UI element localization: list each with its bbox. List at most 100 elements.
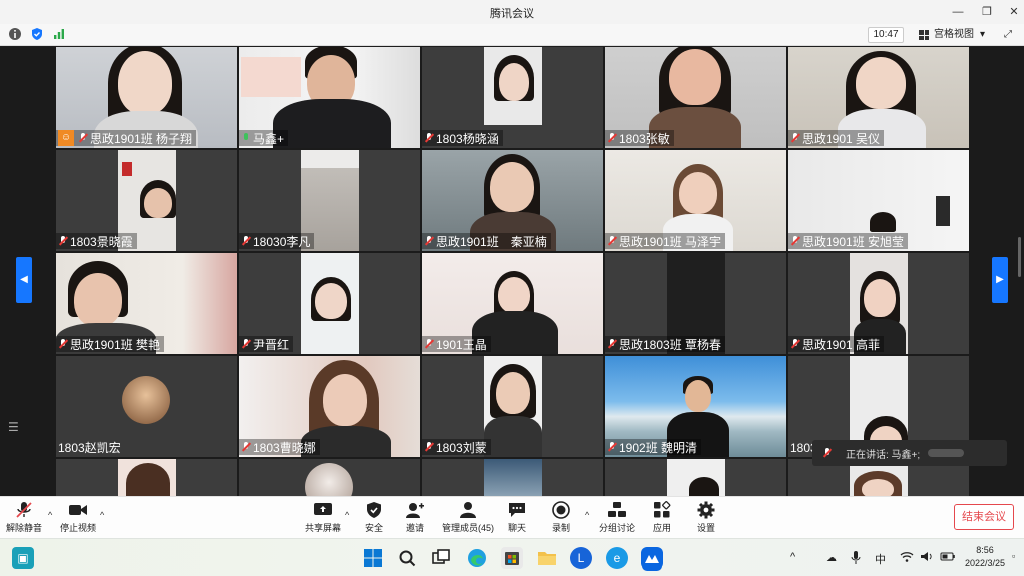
video-grid: ☺ 思政1901班 杨子翔 马鑫+ 1803杨晓涵 1803张敏 思政1901 … bbox=[56, 47, 969, 496]
video-tile[interactable] bbox=[422, 459, 603, 496]
video-tile[interactable]: 1803赵凯宏 bbox=[56, 356, 237, 457]
browser-e-icon[interactable]: e bbox=[606, 547, 628, 569]
prev-page-arrow-icon[interactable]: ◀ bbox=[16, 257, 32, 303]
mic-muted-icon bbox=[822, 447, 832, 459]
apps-button[interactable]: 应用 bbox=[652, 501, 672, 537]
notification-icon[interactable]: ▫ bbox=[1012, 551, 1015, 561]
record-options-caret-icon[interactable]: ^ bbox=[585, 510, 589, 520]
video-tile[interactable]: 1803景晓霞 bbox=[56, 150, 237, 251]
video-tile[interactable] bbox=[605, 459, 786, 496]
video-tile[interactable] bbox=[56, 459, 237, 496]
participant-name-tag: 1803杨晓涵 bbox=[422, 130, 503, 146]
store-icon[interactable] bbox=[501, 547, 523, 569]
video-tile[interactable]: 1803张敏 bbox=[605, 47, 786, 148]
volume-icon[interactable] bbox=[920, 551, 934, 565]
meeting-timer: 10:47 bbox=[868, 27, 904, 43]
wifi-icon[interactable] bbox=[900, 551, 914, 565]
video-tile[interactable]: 18030李凡 bbox=[239, 150, 420, 251]
mic-muted-icon bbox=[78, 132, 88, 144]
mic-muted-icon bbox=[424, 338, 434, 350]
view-mode-button[interactable]: 宫格视图 ▾ bbox=[916, 27, 992, 43]
signal-icon[interactable] bbox=[52, 27, 66, 41]
member-list-icon[interactable]: ☰ bbox=[8, 420, 19, 434]
manage-members-button[interactable]: 管理成员(45) bbox=[442, 501, 494, 537]
system-clock[interactable]: 8:56 2022/3/25 bbox=[960, 544, 1010, 570]
video-tile[interactable]: 1803杨晓涵 bbox=[422, 47, 603, 148]
video-tile[interactable]: 1803曹晓娜 bbox=[239, 356, 420, 457]
video-tile[interactable]: ☺ 思政1901班 杨子翔 bbox=[56, 47, 237, 148]
video-tile[interactable] bbox=[239, 459, 420, 496]
mic-muted-icon bbox=[790, 235, 800, 247]
restore-button[interactable]: ❐ bbox=[973, 3, 1001, 21]
end-meeting-button[interactable]: 结束会议 bbox=[954, 504, 1014, 530]
invite-button[interactable]: 邀请 bbox=[405, 501, 425, 537]
stage-scrollbar[interactable] bbox=[1018, 237, 1021, 277]
battery-icon[interactable] bbox=[940, 551, 956, 565]
video-tile[interactable]: 思政1901 吴仪 bbox=[788, 47, 969, 148]
os-taskbar: ▣ L e ^ ☁ 中 8:56 2022/3/25 ▫ bbox=[0, 538, 1024, 576]
edge-browser-icon[interactable] bbox=[466, 547, 488, 569]
unmute-button[interactable]: 解除静音 bbox=[6, 501, 42, 537]
participant-name-tag: 1803赵凯宏 bbox=[58, 440, 121, 455]
video-tile[interactable]: 思政1901 高菲 bbox=[788, 253, 969, 354]
stop-video-button[interactable]: 停止视频 bbox=[60, 501, 96, 537]
video-tile[interactable]: 尹晋红 bbox=[239, 253, 420, 354]
mic-muted-icon bbox=[790, 132, 800, 144]
share-options-caret-icon[interactable]: ^ bbox=[345, 510, 349, 520]
share-screen-button[interactable]: 共享屏幕 bbox=[305, 501, 341, 537]
video-tile[interactable]: 思政1803班 覃杨春 bbox=[605, 253, 786, 354]
meeting-toolbar: 10:47 宫格视图 ▾ ⤢ bbox=[0, 24, 1024, 46]
participant-name-tag: 尹晋红 bbox=[239, 336, 294, 352]
video-tile[interactable]: 思政1901班 秦亚楠 bbox=[422, 150, 603, 251]
speaking-indicator: 正在讲话: 马鑫+; bbox=[812, 440, 1007, 466]
chat-icon bbox=[507, 501, 527, 519]
minimize-button[interactable]: — bbox=[944, 3, 972, 21]
add-user-icon bbox=[405, 501, 425, 519]
participant-name-tag: 马鑫+ bbox=[239, 130, 289, 146]
video-options-caret-icon[interactable]: ^ bbox=[100, 510, 104, 520]
security-button[interactable]: 安全 bbox=[364, 501, 384, 537]
tencent-meeting-icon[interactable] bbox=[641, 547, 663, 569]
record-button[interactable]: 录制 bbox=[551, 501, 571, 537]
mic-muted-icon bbox=[607, 235, 617, 247]
start-menu-icon[interactable] bbox=[362, 547, 384, 569]
view-mode-label: 宫格视图 bbox=[934, 29, 974, 40]
video-tile[interactable]: 1902班 魏明清 bbox=[605, 356, 786, 457]
video-tile[interactable]: 思政1901班 马泽宇 bbox=[605, 150, 786, 251]
info-icon[interactable] bbox=[8, 27, 22, 41]
participant-name-tag: 思政1901班 安旭莹 bbox=[788, 233, 909, 249]
shield-icon[interactable] bbox=[30, 27, 44, 41]
avatar bbox=[122, 376, 170, 424]
share-screen-icon bbox=[313, 501, 333, 519]
search-icon[interactable] bbox=[396, 547, 418, 569]
video-tile[interactable]: 思政1901班 樊艳 bbox=[56, 253, 237, 354]
video-tile[interactable]: 思政1901班 安旭莹 bbox=[788, 150, 969, 251]
file-explorer-icon[interactable] bbox=[536, 547, 558, 569]
fullscreen-icon[interactable]: ⤢ bbox=[1000, 27, 1016, 43]
close-button[interactable]: ✕ bbox=[1000, 3, 1024, 21]
video-tile[interactable]: 1803刘蒙 bbox=[422, 356, 603, 457]
participant-name-tag: 思政1803班 覃杨春 bbox=[605, 336, 726, 352]
cloud-icon[interactable]: ☁ bbox=[826, 551, 837, 564]
mic-muted-icon bbox=[607, 338, 617, 350]
members-icon bbox=[458, 501, 478, 519]
microphone-icon[interactable] bbox=[851, 551, 861, 567]
chat-button[interactable]: 聊天 bbox=[507, 501, 527, 537]
ime-indicator[interactable]: 中 bbox=[875, 551, 886, 567]
participant-name-tag: ☺ 思政1901班 杨子翔 bbox=[56, 130, 197, 146]
window-title: 腾讯会议 bbox=[490, 8, 534, 20]
mic-muted-icon bbox=[241, 235, 251, 247]
settings-button[interactable]: 设置 bbox=[696, 501, 716, 537]
next-page-arrow-icon[interactable]: ▶ bbox=[992, 257, 1008, 303]
shield-icon bbox=[364, 501, 384, 519]
participant-name-tag: 1803曹晓娜 bbox=[239, 439, 320, 455]
widgets-icon[interactable]: ▣ bbox=[12, 547, 34, 569]
tray-chevron-icon[interactable]: ^ bbox=[790, 551, 795, 563]
camera-icon bbox=[68, 501, 88, 519]
video-tile[interactable]: 1901王晶 bbox=[422, 253, 603, 354]
app-l-icon[interactable]: L bbox=[570, 547, 592, 569]
breakout-button[interactable]: 分组讨论 bbox=[599, 501, 635, 537]
video-tile[interactable]: 马鑫+ bbox=[239, 47, 420, 148]
task-view-icon[interactable] bbox=[430, 547, 452, 569]
mic-options-caret-icon[interactable]: ^ bbox=[48, 510, 52, 520]
